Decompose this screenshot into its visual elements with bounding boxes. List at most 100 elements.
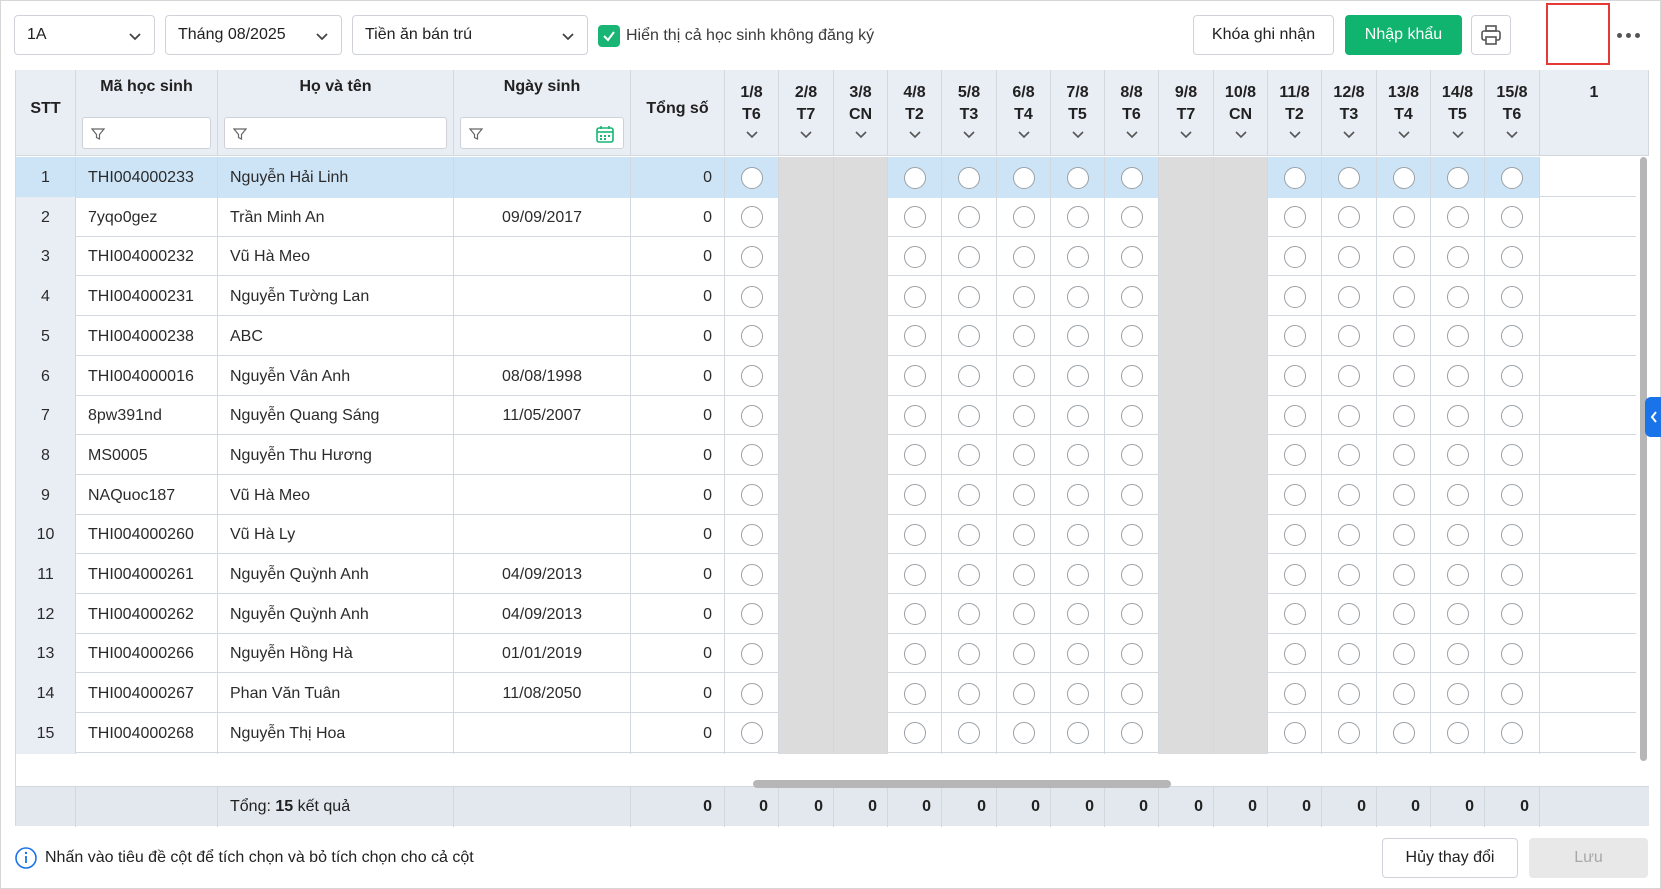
day-cell[interactable] <box>1431 673 1485 715</box>
day-radio[interactable] <box>1012 365 1035 387</box>
class-select[interactable]: 1A <box>14 15 155 55</box>
day-cell[interactable] <box>1268 673 1322 715</box>
day-radio[interactable] <box>1446 365 1469 387</box>
day-cell[interactable] <box>1268 236 1322 278</box>
day-radio[interactable] <box>1066 325 1089 348</box>
day-radio[interactable] <box>1012 285 1035 308</box>
day-radio[interactable] <box>1283 682 1306 705</box>
day-radio[interactable] <box>1392 484 1415 507</box>
day-cell[interactable] <box>1322 712 1377 754</box>
day-radio[interactable] <box>1338 404 1360 427</box>
day-radio[interactable] <box>1066 285 1089 308</box>
day-radio[interactable] <box>1283 563 1306 586</box>
day-cell[interactable] <box>942 673 997 715</box>
day-radio[interactable] <box>1446 642 1469 665</box>
day-radio[interactable] <box>903 603 926 626</box>
day-radio[interactable] <box>958 245 980 268</box>
day-cell[interactable] <box>888 474 942 516</box>
day-cell[interactable] <box>997 514 1051 556</box>
day-radio[interactable] <box>903 365 926 387</box>
day-cell[interactable] <box>942 514 997 556</box>
day-cell[interactable] <box>888 434 942 476</box>
day-radio[interactable] <box>903 722 926 745</box>
day-column-header[interactable]: 7/8 T5 <box>1051 70 1105 156</box>
table-row[interactable]: 2 7yqo0gez Trần Minh An 09/09/2017 0 <box>16 196 1636 238</box>
day-radio[interactable] <box>740 722 763 745</box>
day-radio[interactable] <box>1012 404 1035 427</box>
day-radio[interactable] <box>1283 245 1306 268</box>
day-cell[interactable] <box>1051 633 1105 675</box>
day-cell[interactable] <box>1051 355 1105 397</box>
day-cell[interactable] <box>942 236 997 278</box>
calendar-icon[interactable] <box>595 124 615 144</box>
day-radio[interactable] <box>1392 325 1415 348</box>
day-cell[interactable] <box>725 554 779 595</box>
day-cell[interactable] <box>1105 196 1159 238</box>
day-cell[interactable] <box>1322 276 1377 318</box>
checkbox-checked-icon[interactable] <box>598 25 620 47</box>
day-cell[interactable] <box>997 673 1051 715</box>
day-cell[interactable] <box>1105 157 1159 198</box>
day-cell[interactable] <box>1377 157 1431 198</box>
day-radio[interactable] <box>903 245 926 268</box>
day-radio[interactable] <box>1501 245 1523 268</box>
lock-records-button[interactable]: Khóa ghi nhận <box>1193 15 1334 55</box>
day-cell[interactable] <box>1051 593 1105 635</box>
day-cell[interactable] <box>888 673 942 715</box>
day-cell[interactable] <box>1377 633 1431 675</box>
day-cell[interactable] <box>1105 593 1159 635</box>
day-cell[interactable] <box>1485 474 1540 516</box>
day-radio[interactable] <box>1446 245 1469 268</box>
day-cell[interactable] <box>1105 712 1159 754</box>
day-radio[interactable] <box>1066 642 1089 665</box>
day-cell[interactable] <box>1485 236 1540 278</box>
day-radio[interactable] <box>740 285 763 308</box>
day-radio[interactable] <box>903 404 926 427</box>
day-cell[interactable] <box>1105 633 1159 675</box>
day-cell[interactable] <box>1377 514 1431 556</box>
day-radio[interactable] <box>1446 325 1469 348</box>
day-column-header[interactable]: 2/8 T7 <box>779 70 834 156</box>
day-column-header[interactable]: 12/8 T3 <box>1322 70 1377 156</box>
day-cell[interactable] <box>1105 315 1159 357</box>
day-radio[interactable] <box>740 365 763 387</box>
day-cell[interactable] <box>1268 395 1322 437</box>
day-cell[interactable] <box>1322 434 1377 476</box>
day-radio[interactable] <box>740 404 763 427</box>
day-radio[interactable] <box>1501 603 1523 626</box>
day-radio[interactable] <box>1120 563 1143 586</box>
day-cell[interactable] <box>1105 554 1159 595</box>
day-radio[interactable] <box>1120 682 1143 705</box>
day-radio[interactable] <box>740 206 763 229</box>
day-radio[interactable] <box>1501 523 1523 546</box>
day-radio[interactable] <box>1283 444 1306 467</box>
day-radio[interactable] <box>1066 404 1089 427</box>
day-radio[interactable] <box>1446 563 1469 586</box>
table-row[interactable]: 1 THI004000233 Nguyễn Hải Linh 0 <box>16 157 1636 198</box>
day-cell[interactable] <box>1268 196 1322 238</box>
day-column-header[interactable]: 1 <box>1540 70 1649 156</box>
day-radio[interactable] <box>740 523 763 546</box>
day-cell[interactable] <box>997 276 1051 318</box>
day-radio[interactable] <box>1501 166 1523 189</box>
day-cell[interactable] <box>997 554 1051 595</box>
day-cell[interactable] <box>1431 593 1485 635</box>
day-radio[interactable] <box>1446 285 1469 308</box>
day-radio[interactable] <box>1012 166 1035 189</box>
day-cell[interactable] <box>1377 196 1431 238</box>
day-cell[interactable] <box>1377 474 1431 516</box>
day-radio[interactable] <box>1501 325 1523 348</box>
day-cell[interactable] <box>997 712 1051 754</box>
day-radio[interactable] <box>1066 722 1089 745</box>
day-radio[interactable] <box>1120 285 1143 308</box>
day-radio[interactable] <box>1012 722 1035 745</box>
day-radio[interactable] <box>1120 166 1143 189</box>
day-cell[interactable] <box>1322 554 1377 595</box>
day-cell[interactable] <box>1051 514 1105 556</box>
day-cell[interactable] <box>1322 474 1377 516</box>
day-cell[interactable] <box>1322 593 1377 635</box>
day-cell[interactable] <box>1051 157 1105 198</box>
day-radio[interactable] <box>1338 603 1360 626</box>
day-radio[interactable] <box>903 166 926 189</box>
day-cell[interactable] <box>942 355 997 397</box>
